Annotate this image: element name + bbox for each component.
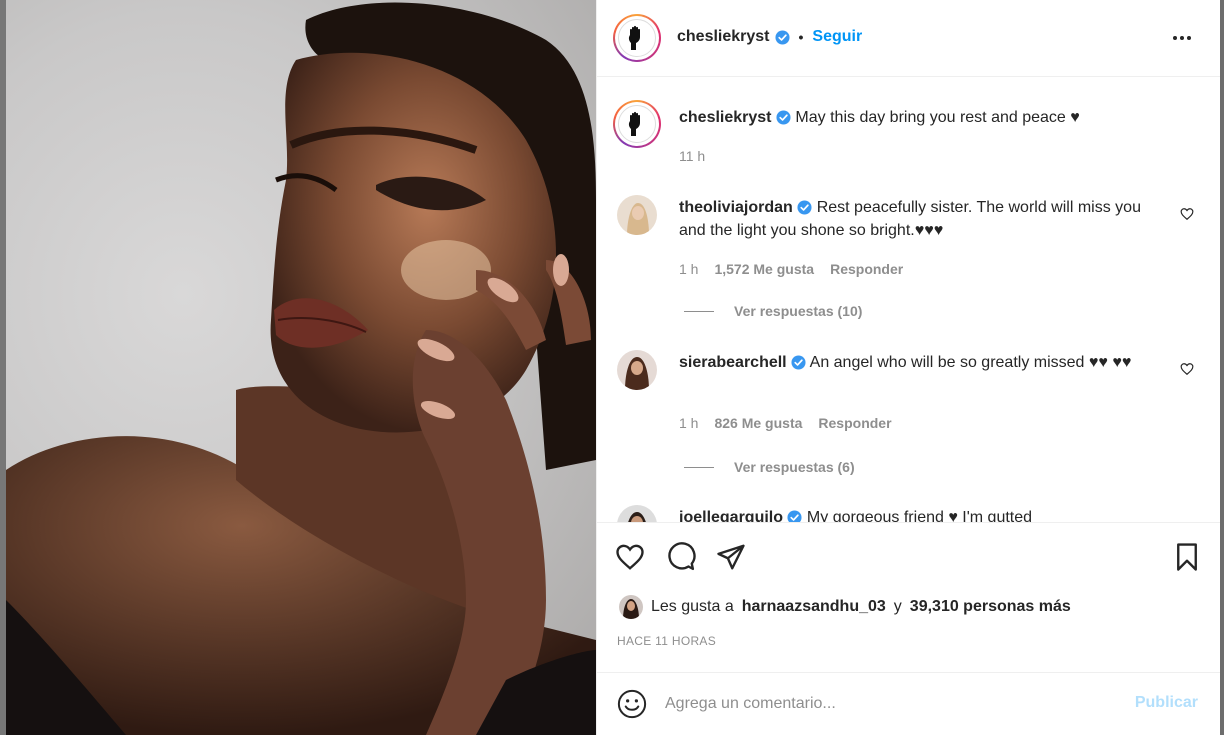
view-replies-label: Ver respuestas (6): [734, 459, 855, 475]
comment-username[interactable]: joellegarguilo: [679, 509, 783, 522]
caption-text: chesliekryst May this day bring you rest…: [679, 106, 1157, 129]
caption-time[interactable]: 11 h: [679, 148, 705, 164]
caption-body: May this day bring you rest and peace ♥︎: [795, 109, 1080, 126]
comment-text: theoliviajordan Rest peacefully sister. …: [679, 196, 1157, 242]
portrait-image: [6, 2, 596, 735]
comment-meta: 1 h 1,572 Me gusta Responder: [679, 261, 903, 277]
comment-time[interactable]: 1 h: [679, 261, 698, 277]
likes-summary: Les gusta a harnaazsandhu_03 y 39,310 pe…: [619, 595, 1071, 619]
post-time[interactable]: HACE 11 HORAS: [617, 634, 716, 648]
verified-icon: [787, 510, 802, 522]
comment-text: joellegarguilo My gorgeous friend ♥︎ I'm…: [679, 506, 1157, 522]
publish-button[interactable]: Publicar: [1135, 694, 1198, 712]
comment-body: My gorgeous friend ♥︎ I'm gutted: [806, 509, 1033, 522]
comment-form: Publicar: [597, 672, 1220, 735]
comment-like-icon[interactable]: [1180, 207, 1194, 221]
verified-icon: [776, 110, 791, 125]
likes-prefix: Les gusta a: [651, 598, 734, 615]
caption-username[interactable]: chesliekryst: [679, 109, 772, 126]
comment-time[interactable]: 1 h: [679, 415, 698, 431]
emoji-icon[interactable]: [617, 689, 647, 719]
comment-input[interactable]: [665, 691, 1115, 717]
comment-body: An angel who will be so greatly missed ♥…: [809, 354, 1132, 371]
more-icon[interactable]: [1170, 26, 1194, 50]
caption-avatar[interactable]: [613, 100, 661, 148]
comment-username[interactable]: theoliviajordan: [679, 199, 793, 216]
verified-icon: [791, 355, 806, 370]
commenter-avatar[interactable]: [617, 350, 657, 390]
comment-likes[interactable]: 1,572 Me gusta: [714, 261, 814, 277]
heart-icon[interactable]: [615, 542, 645, 572]
likes-others[interactable]: 39,310 personas más: [910, 598, 1071, 616]
comment-icon[interactable]: [666, 542, 696, 572]
follow-button[interactable]: Seguir: [812, 28, 862, 46]
post-detail-panel: chesliekryst • Seguir chesliekryst May t…: [596, 0, 1220, 735]
post-actions: Les gusta a harnaazsandhu_03 y 39,310 pe…: [597, 522, 1220, 672]
author-username[interactable]: chesliekryst: [677, 28, 770, 46]
comment-text: sierabearchell An angel who will be so g…: [679, 351, 1149, 374]
reply-button[interactable]: Responder: [818, 415, 891, 431]
replies-divider: [684, 310, 714, 312]
liker-avatar[interactable]: [619, 595, 643, 619]
bookmark-icon[interactable]: [1172, 542, 1202, 572]
replies-divider: [684, 466, 714, 468]
commenter-avatar[interactable]: [617, 195, 657, 235]
comment-like-icon[interactable]: [1180, 362, 1194, 376]
commenter-avatar[interactable]: [617, 505, 657, 522]
raised-fist-icon: [628, 25, 640, 50]
comment-likes[interactable]: 826 Me gusta: [714, 415, 802, 431]
comment-meta: 1 h 826 Me gusta Responder: [679, 415, 892, 431]
reply-button[interactable]: Responder: [830, 261, 903, 277]
verified-icon: [774, 29, 790, 45]
raised-fist-icon: [628, 111, 640, 136]
view-replies-button[interactable]: Ver respuestas (6): [684, 459, 855, 475]
likes-connector: y: [893, 598, 902, 615]
comments-list[interactable]: chesliekryst May this day bring you rest…: [597, 77, 1220, 522]
caption-meta: 11 h: [679, 148, 705, 164]
author-avatar[interactable]: [613, 14, 661, 62]
post-header: chesliekryst • Seguir: [597, 0, 1220, 77]
author-line: chesliekryst • Seguir: [677, 28, 862, 46]
separator-dot: •: [798, 29, 804, 45]
window-edge: [1220, 0, 1224, 735]
share-icon[interactable]: [716, 542, 746, 572]
view-replies-label: Ver respuestas (10): [734, 303, 863, 319]
verified-icon: [797, 200, 812, 215]
post-photo: [6, 0, 596, 735]
view-replies-button[interactable]: Ver respuestas (10): [684, 303, 862, 319]
liker-username[interactable]: harnaazsandhu_03: [742, 598, 886, 616]
comment-username[interactable]: sierabearchell: [679, 354, 787, 371]
